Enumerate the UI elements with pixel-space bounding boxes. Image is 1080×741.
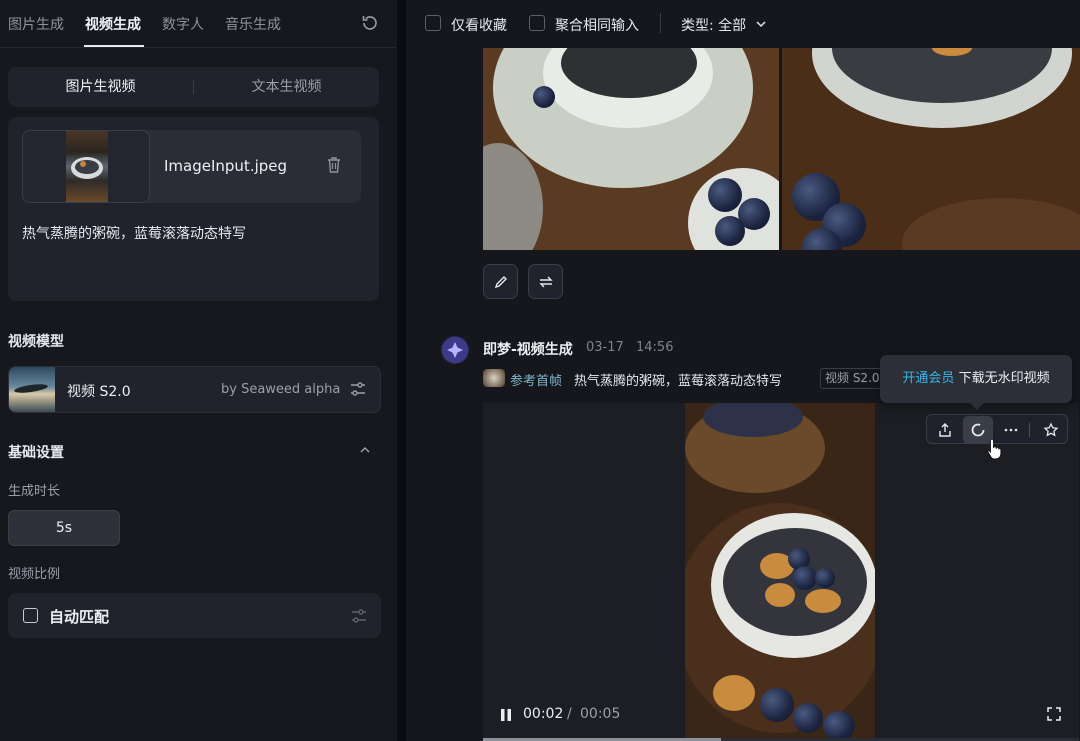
tab-digital-human[interactable]: 数字人	[162, 14, 204, 34]
result-image-1[interactable]	[483, 48, 779, 250]
thumbnail-porridge	[75, 160, 99, 174]
walnut	[713, 675, 755, 711]
filter-divider	[660, 13, 661, 33]
regenerate-button[interactable]	[528, 264, 563, 299]
share-icon	[939, 423, 951, 437]
blueberry	[793, 566, 817, 590]
tooltip-arrow	[970, 403, 984, 410]
regenerate-icon	[539, 276, 553, 288]
refresh-icon[interactable]	[360, 13, 380, 33]
favorites-only-checkbox[interactable]	[425, 15, 441, 31]
open-membership-link[interactable]: 开通会员	[902, 371, 954, 386]
duration-label: 生成时长	[8, 484, 61, 499]
uploaded-file-chip: ImageInput.jpeg	[22, 130, 361, 203]
top-tabs: 图片生成 视频生成 数字人 音乐生成	[0, 0, 397, 48]
tooltip-text: 下载无水印视频	[958, 371, 1050, 386]
text-to-video-button[interactable]: 文本生视频	[194, 67, 379, 107]
model-thumbnail-fish	[13, 382, 49, 395]
generation-time: 14:56	[636, 340, 674, 355]
active-tab-underline	[84, 45, 144, 47]
star-icon	[1043, 422, 1059, 437]
app-avatar[interactable]	[441, 336, 469, 364]
wooden-tray	[902, 198, 1080, 250]
generation-title: 即梦-视频生成	[483, 342, 573, 358]
generation-date: 03-17	[586, 340, 624, 355]
walnut	[765, 583, 795, 607]
blueberry	[760, 688, 794, 722]
favorite-button[interactable]	[1035, 415, 1067, 445]
settings-icon[interactable]	[349, 380, 367, 398]
hand-cursor-icon	[987, 438, 1002, 460]
merge-same-input-label[interactable]: 聚合相同输入	[555, 15, 639, 35]
aspect-ratio-icon	[23, 608, 38, 623]
generation-prompt: 热气蒸腾的粥碗，蓝莓滚落动态特写	[574, 374, 783, 389]
ratio-settings-icon[interactable]	[350, 607, 368, 625]
download-tooltip: 开通会员 下载无水印视频	[880, 355, 1072, 403]
right-panel: 仅看收藏 聚合相同输入 类型: 全部 即梦-视频生成 03-17 14:56 参…	[406, 0, 1080, 741]
video-frame	[685, 403, 875, 741]
toolbar-separator	[1029, 423, 1030, 437]
current-time: 00:02	[523, 706, 564, 722]
panel-divider	[397, 0, 406, 741]
blueberry	[533, 86, 555, 108]
thumbnail-image	[66, 131, 108, 202]
input-card: ImageInput.jpeg 热气蒸腾的粥碗，蓝莓滚落动态特写	[8, 117, 379, 301]
model-name: 视频 S2.0	[67, 384, 131, 400]
merge-same-input-checkbox[interactable]	[529, 15, 545, 31]
blueberry	[815, 568, 835, 588]
model-by: by Seaweed alpha	[221, 382, 341, 397]
trash-icon[interactable]	[326, 156, 342, 174]
uploaded-image-thumbnail[interactable]	[22, 130, 150, 203]
chevron-up-icon[interactable]	[358, 443, 372, 457]
file-name: ImageInput.jpeg	[164, 157, 288, 175]
thumbnail-walnut	[80, 161, 86, 167]
tab-image-generation[interactable]: 图片生成	[8, 14, 64, 34]
model-thumbnail	[9, 367, 55, 412]
tab-video-generation[interactable]: 视频生成	[85, 14, 141, 34]
total-time: 00:05	[580, 706, 621, 722]
loading-icon	[971, 423, 985, 437]
generation-mode-switch: 图片生视频 文本生视频	[8, 67, 379, 107]
reference-frame-label[interactable]: 参考首帧	[510, 370, 562, 389]
ratio-selector[interactable]: 自动匹配	[8, 593, 381, 638]
time-separator: /	[567, 706, 572, 722]
prompt-input[interactable]: 热气蒸腾的粥碗，蓝莓滚落动态特写	[22, 223, 246, 243]
duration-option-button[interactable]: 5s	[8, 510, 120, 546]
more-icon	[1004, 428, 1018, 432]
walnut	[805, 589, 841, 613]
blueberry	[708, 178, 742, 212]
fullscreen-icon[interactable]	[1046, 706, 1062, 722]
model-section-title: 视频模型	[8, 334, 64, 350]
left-panel: 图片生成 视频生成 数字人 音乐生成 图片生视频 文本生视频 ImageInpu…	[0, 0, 397, 741]
basic-settings-title: 基础设置	[8, 445, 64, 461]
favorites-only-label[interactable]: 仅看收藏	[451, 15, 507, 35]
blueberry	[793, 703, 823, 733]
ratio-value: 自动匹配	[49, 608, 110, 626]
pause-icon[interactable]	[498, 707, 514, 723]
model-tag: 视频 S2.0	[820, 368, 884, 389]
ratio-label: 视频比例	[8, 567, 61, 582]
blueberry	[715, 216, 745, 246]
tab-music-generation[interactable]: 音乐生成	[225, 14, 281, 34]
chevron-down-icon[interactable]	[755, 18, 767, 30]
model-selector[interactable]: 视频 S2.0 by Seaweed alpha	[8, 366, 381, 413]
reference-frame-thumbnail[interactable]	[483, 369, 505, 387]
result-image-2[interactable]	[782, 48, 1080, 250]
filter-bar: 仅看收藏 聚合相同输入 类型: 全部	[406, 0, 1080, 46]
app-logo-icon	[442, 337, 468, 363]
image-to-video-button[interactable]: 图片生视频	[8, 67, 193, 107]
type-filter-select[interactable]: 类型: 全部	[681, 15, 746, 35]
blueberry	[823, 711, 855, 741]
edit-icon	[494, 276, 507, 289]
share-button[interactable]	[929, 415, 961, 445]
edit-button[interactable]	[483, 264, 518, 299]
